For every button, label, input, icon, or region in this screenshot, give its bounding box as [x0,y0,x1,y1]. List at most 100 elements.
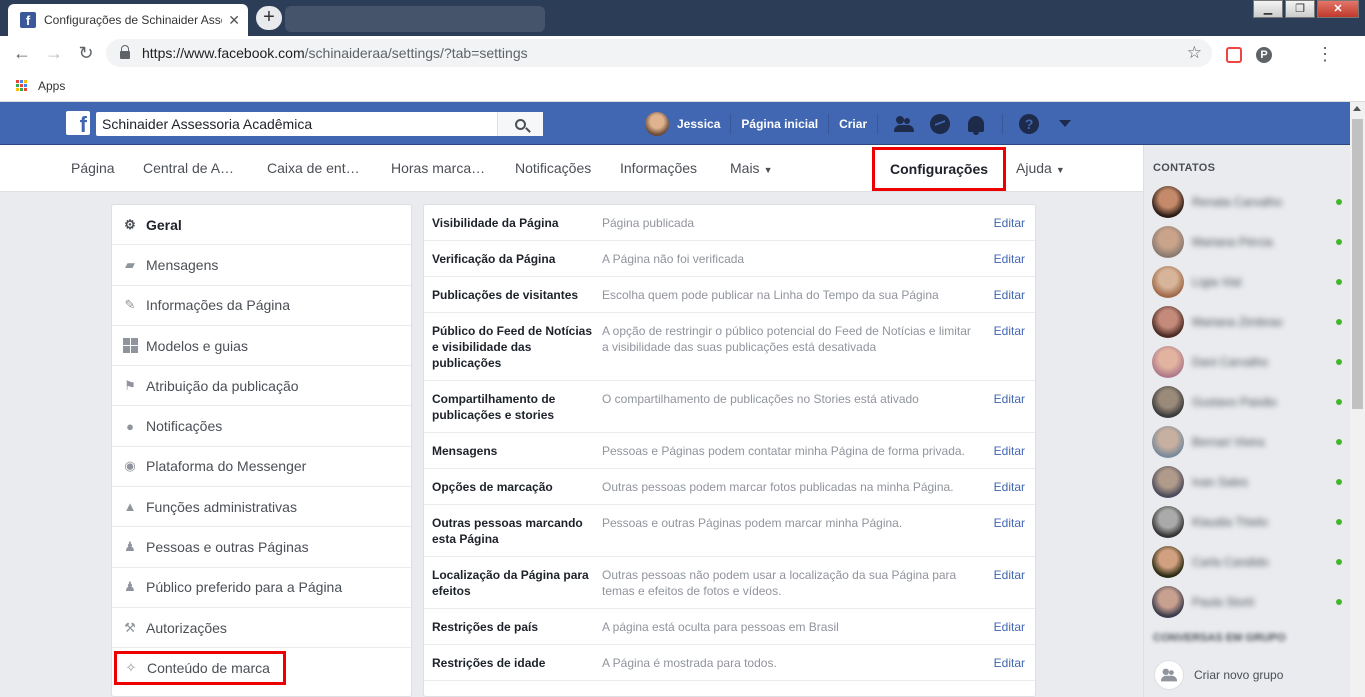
sidebar-item-messenger[interactable]: ◉ Plataforma do Messenger [112,447,411,488]
sidebar-item-mensagens[interactable]: ▰ Mensagens [112,245,411,286]
sidebar-item-label: Informações da Página [146,297,290,314]
settings-row: Verificação da Página A Página não foi ve… [424,241,1035,277]
contact-item[interactable]: Paula Storti [1152,585,1342,619]
tab-informacoes[interactable]: Informações [620,145,697,192]
sidebar-item-notificacoes[interactable]: ● Notificações [112,406,411,447]
online-status-icon [1336,559,1342,565]
edit-link[interactable]: Editar [974,251,1035,267]
tab-pagina[interactable]: Página [71,145,115,192]
edit-link[interactable]: Editar [974,443,1035,459]
sidebar-item-pessoas[interactable]: ♟ Pessoas e outras Páginas [112,527,411,568]
sidebar-item-conteudo-de-marca[interactable]: ✧ Conteúdo de marca [114,651,286,686]
contact-item[interactable]: Gustavo Paixão [1152,385,1342,419]
edit-link[interactable]: Editar [974,655,1035,671]
browser-menu-icon[interactable]: ⋮ [1316,44,1334,65]
window-close-button[interactable]: ✕ [1317,0,1359,18]
edit-link[interactable]: Editar [974,619,1035,635]
minimize-button[interactable]: ▁ [1253,0,1283,18]
create-group-button[interactable]: Criar novo grupo [1154,660,1283,690]
new-tab-button[interactable]: + [256,6,282,30]
sidebar-item-atribuicao[interactable]: ⚑ Atribuição da publicação [112,366,411,407]
contact-name: Ivan Sales [1192,475,1249,489]
online-status-icon [1336,319,1342,325]
extension-icon[interactable] [1226,46,1242,63]
sidebar-item-geral[interactable]: ⚙ Geral [112,205,411,246]
pinterest-icon[interactable]: P [1256,46,1272,63]
edit-link[interactable]: Editar [974,479,1035,495]
back-arrow-icon[interactable]: ← [6,43,38,64]
contact-item[interactable]: Klaudia Thielo [1152,505,1342,539]
avatar [1152,546,1184,578]
settings-row: Mensagens Pessoas e Páginas podem contata… [424,433,1035,469]
edit-link[interactable]: Editar [974,391,1035,423]
edit-link[interactable]: Editar [974,287,1035,303]
contact-item[interactable]: Renata Carvalho [1152,185,1342,219]
bookmarks-bar: Apps [0,70,1365,102]
tab-mais[interactable]: Mais ▼ [730,145,772,192]
setting-value: A opção de restringir o público potencia… [602,324,971,354]
address-bar[interactable]: https://www.facebook.com/schinaideraa/se… [106,39,1212,67]
create-link[interactable]: Criar [839,117,867,131]
tab-caixa-de-entrada[interactable]: Caixa de ent… [267,145,360,192]
bookmark-star-icon[interactable]: ☆ [1187,43,1202,63]
setting-value: Outras pessoas podem marcar fotos public… [602,480,954,494]
forward-arrow-icon[interactable]: → [38,43,70,64]
sidebar-item-modelos[interactable]: Modelos e guias [112,326,411,367]
messenger-button[interactable] [928,112,952,136]
setting-label: Restrições de país [432,620,539,634]
bell-icon [968,115,985,135]
edit-link[interactable]: Editar [974,323,1035,371]
edit-link[interactable]: Editar [974,515,1035,547]
avatar [1152,266,1184,298]
settings-row: Restrições de país A página está oculta p… [424,609,1035,645]
friend-requests-button[interactable] [892,112,916,136]
page-tabs-bar: Página Central de A… Caixa de ent… Horas… [0,145,1143,192]
settings-row: Localização da Página para efeitos Outras… [424,557,1035,609]
tab-ajuda[interactable]: Ajuda ▼ [1016,145,1065,192]
profile-link[interactable]: Jessica [677,117,720,131]
contact-item[interactable]: Ivan Sales [1152,465,1342,499]
setting-label: Verificação da Página [432,252,556,266]
contact-item[interactable]: Lígia Vial [1152,265,1342,299]
tab-notificacoes[interactable]: Notificações [515,145,591,192]
contact-item[interactable]: Mariana Zimbrao [1152,305,1342,339]
tab-horas-marcadas[interactable]: Horas marca… [391,145,485,192]
contact-name: Mariana Zimbrao [1192,315,1283,329]
notifications-button[interactable] [964,112,988,136]
apps-bookmark[interactable]: Apps [38,79,65,93]
scrollbar-thumb[interactable] [1352,119,1363,409]
settings-row: Publicações de visitantes Escolha quem po… [424,277,1035,313]
contact-name: Lígia Vial [1192,275,1242,289]
help-button[interactable]: ? [1017,112,1041,136]
tab-configuracoes[interactable]: Configurações [872,147,1007,191]
close-tab-icon[interactable]: ✕ [228,12,240,29]
browser-tab-active[interactable]: f Configurações de Schinaider Assessoria… [8,4,248,36]
maximize-button[interactable]: ❐ [1285,0,1315,18]
window-controls: ▁ ❐ ✕ [1251,0,1359,18]
sidebar-item-autorizacoes[interactable]: ⚒ Autorizações [112,608,411,649]
home-link[interactable]: Página inicial [741,117,818,131]
contact-item[interactable]: Carla Candido [1152,545,1342,579]
settings-sidebar: ⚙ Geral ▰ Mensagens ✎ Informações da Página… [111,204,412,697]
avatar [1152,426,1184,458]
contact-item[interactable]: Dani Carvalho [1152,345,1342,379]
facebook-logo-icon[interactable]: f [66,111,90,135]
reload-icon[interactable]: ↻ [70,43,102,64]
contact-item[interactable]: Mariana Pércia [1152,225,1342,259]
online-status-icon [1336,199,1342,205]
edit-link[interactable]: Editar [974,215,1035,231]
search-button[interactable] [497,112,543,136]
page-scrollbar[interactable] [1350,102,1365,697]
user-avatar[interactable] [645,111,669,136]
search-input[interactable] [96,112,497,136]
contact-item[interactable]: Bernari Vieira [1152,425,1342,459]
tab-central[interactable]: Central de A… [143,145,234,192]
sidebar-item-funcoes[interactable]: ▲ Funções administrativas [112,487,411,528]
sidebar-item-publico[interactable]: ♟ Público preferido para a Página [112,568,411,608]
divider [877,113,879,134]
account-menu-button[interactable] [1053,112,1077,136]
edit-link[interactable]: Editar [974,567,1035,599]
browser-tab-inactive[interactable] [285,6,545,32]
sidebar-item-informacoes[interactable]: ✎ Informações da Página [112,286,411,326]
scroll-up-icon[interactable] [1353,106,1361,111]
